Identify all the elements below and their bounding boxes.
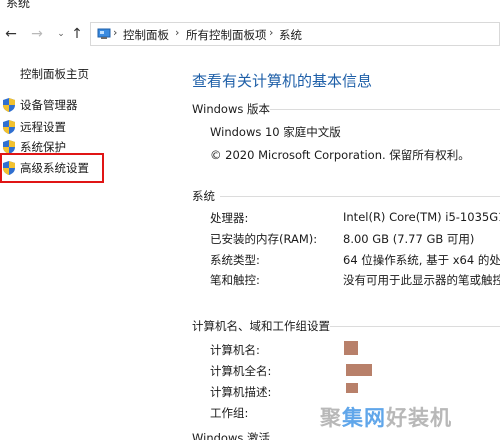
redacted-value — [344, 341, 358, 355]
window-titlebar: 系统 — [0, 0, 500, 16]
pen-touch-label: 笔和触控: — [210, 273, 260, 287]
sidebar-item-label: 远程设置 — [20, 120, 66, 134]
sidebar-item-remote-settings[interactable]: 远程设置 — [0, 118, 120, 136]
section-divider — [220, 196, 500, 197]
site-watermark: 聚集网好装机 — [320, 402, 452, 432]
breadcrumb-all-items[interactable]: 所有控制面板项 — [186, 27, 267, 43]
copyright-text: © 2020 Microsoft Corporation. 保留所有权利。 — [210, 148, 470, 162]
full-computer-name-label: 计算机全名: — [210, 364, 272, 378]
processor-value: Intel(R) Core(TM) i5-1035G1 CI — [343, 210, 500, 224]
windows-edition-text: Windows 10 家庭中文版 — [210, 125, 341, 139]
highlight-annotation-box — [0, 153, 104, 183]
redacted-value — [346, 364, 372, 376]
section-divider — [270, 109, 500, 110]
computer-name-label: 计算机名: — [210, 343, 260, 357]
watermark-text: 集网 — [342, 406, 386, 430]
redacted-value — [346, 383, 358, 393]
sidebar-control-panel-home[interactable]: 控制面板主页 — [20, 66, 89, 82]
sidebar-item-label: 设备管理器 — [20, 98, 78, 112]
navigation-bar: ← → ⌄ ↑ › 控制面板 › 所有控制面板项 › 系统 — [0, 18, 500, 50]
workgroup-label: 工作组: — [210, 406, 249, 420]
breadcrumb-separator: › — [113, 26, 118, 39]
up-arrow-icon[interactable]: ↑ — [68, 25, 86, 43]
section-heading-windows-edition: Windows 版本 — [192, 102, 270, 116]
ram-value: 8.00 GB (7.77 GB 可用) — [343, 232, 475, 246]
breadcrumb-separator: › — [269, 26, 274, 39]
section-heading-system: 系统 — [192, 189, 215, 203]
page-title: 查看有关计算机的基本信息 — [192, 72, 373, 90]
forward-arrow-icon[interactable]: → — [28, 25, 46, 43]
uac-shield-icon — [3, 98, 15, 112]
control-panel-icon — [97, 28, 111, 39]
breadcrumb-separator: › — [175, 26, 180, 39]
system-type-label: 系统类型: — [210, 253, 260, 267]
system-type-value: 64 位操作系统, 基于 x64 的处理 — [343, 253, 500, 267]
sidebar-item-device-manager[interactable]: 设备管理器 — [0, 96, 120, 114]
watermark-text: 聚 — [320, 406, 342, 430]
computer-description-label: 计算机描述: — [210, 385, 272, 399]
section-divider — [330, 326, 500, 327]
uac-shield-icon — [3, 120, 15, 134]
breadcrumb-control-panel[interactable]: 控制面板 — [123, 27, 169, 43]
pen-touch-value: 没有可用于此显示器的笔或触控 — [343, 273, 500, 287]
back-arrow-icon[interactable]: ← — [2, 25, 20, 43]
ram-label: 已安装的内存(RAM): — [210, 232, 318, 246]
section-heading-computer-name: 计算机名、域和工作组设置 — [192, 319, 330, 333]
section-heading-windows-activation: Windows 激活 — [192, 431, 270, 440]
address-bar[interactable]: › 控制面板 › 所有控制面板项 › 系统 — [90, 22, 500, 46]
processor-label: 处理器: — [210, 211, 249, 225]
window-title: 系统 — [6, 0, 31, 10]
watermark-text: 好装机 — [386, 406, 452, 430]
breadcrumb-system[interactable]: 系统 — [279, 27, 302, 43]
